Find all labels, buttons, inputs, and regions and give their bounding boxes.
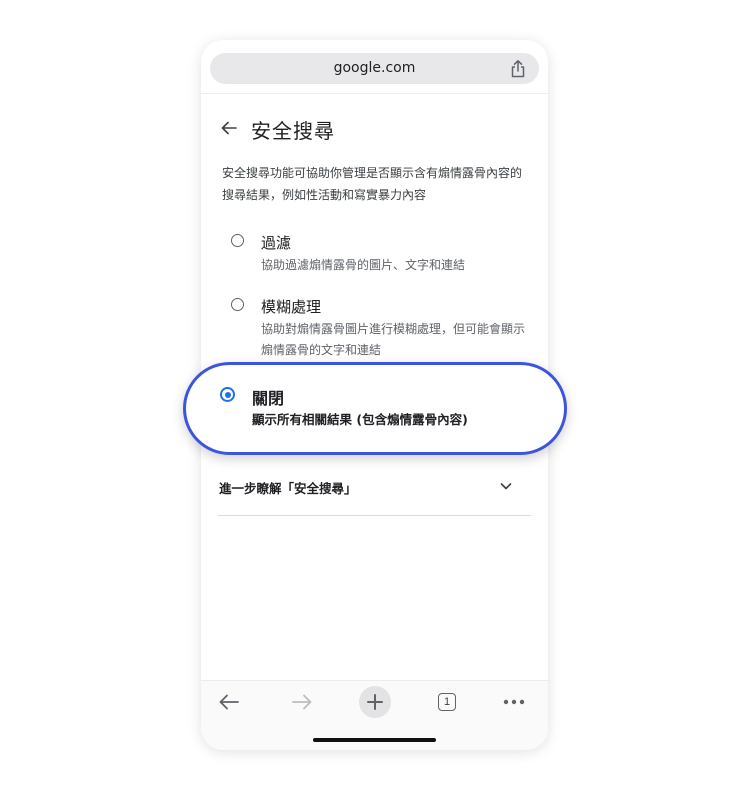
more-icon xyxy=(503,699,525,705)
radio-selected-icon[interactable] xyxy=(220,387,235,402)
option-filter[interactable]: 過濾 協助過濾煽情露骨的圖片、文字和連結 xyxy=(231,232,531,272)
forward-button[interactable] xyxy=(286,686,318,718)
home-indicator[interactable] xyxy=(313,738,436,742)
bottom-toolbar: 1 xyxy=(201,681,548,750)
option-description: 顯示所有相關結果 (包含煽情露骨內容) xyxy=(252,412,468,427)
back-arrow-icon[interactable] xyxy=(220,119,238,137)
forward-icon xyxy=(292,694,312,710)
chevron-down-icon[interactable] xyxy=(499,479,513,493)
description-text: 安全搜尋功能可協助你管理是否顯示含有煽情露骨內容的搜尋結果，例如性活動和寫實暴力… xyxy=(222,166,523,202)
option-blur[interactable]: 模糊處理 協助對煽情露骨圖片進行模糊處理，但可能會顯示煽情露骨的文字和連結 xyxy=(231,296,531,357)
radio-unselected-icon[interactable] xyxy=(231,298,244,311)
more-menu-button[interactable] xyxy=(498,686,530,718)
option-off[interactable]: 關閉 顯示所有相關結果 (包含煽情露骨內容) xyxy=(220,385,540,429)
back-icon xyxy=(219,694,239,710)
divider xyxy=(218,515,531,516)
option-title: 關閉 xyxy=(252,389,285,408)
page-title: 安全搜尋 xyxy=(251,119,335,143)
option-title: 過濾 xyxy=(261,234,292,252)
tab-switcher-icon: 1 xyxy=(438,693,456,711)
option-title: 模糊處理 xyxy=(261,298,322,316)
top-divider xyxy=(201,93,548,94)
learn-more-row[interactable]: 進一步瞭解「安全搜尋」 xyxy=(218,468,531,514)
url-text[interactable]: google.com xyxy=(210,60,539,76)
new-tab-icon xyxy=(367,694,383,710)
option-description: 協助對煽情露骨圖片進行模糊處理，但可能會顯示煽情露骨的文字和連結 xyxy=(261,322,526,357)
option-description: 協助過濾煽情露骨的圖片、文字和連結 xyxy=(261,258,466,272)
share-icon[interactable] xyxy=(509,59,527,78)
back-button[interactable] xyxy=(213,686,245,718)
learn-more-label: 進一步瞭解「安全搜尋」 xyxy=(219,481,357,496)
tab-switcher-button[interactable]: 1 xyxy=(431,686,463,718)
radio-unselected-icon[interactable] xyxy=(231,234,244,247)
new-tab-button[interactable] xyxy=(359,686,391,718)
address-bar[interactable]: google.com xyxy=(210,53,539,84)
